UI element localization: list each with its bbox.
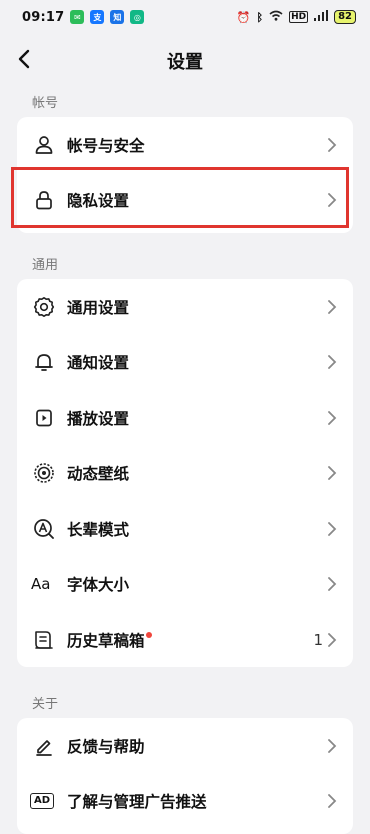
chevron-right-icon <box>328 632 337 647</box>
alipay-icon: 支 <box>90 10 105 24</box>
row-drafts[interactable]: 历史草稿箱 1 <box>17 612 353 668</box>
row-playback-settings[interactable]: 播放设置 <box>17 390 353 446</box>
row-label: 历史草稿箱 <box>67 629 152 651</box>
row-label: 帐号与安全 <box>67 136 145 155</box>
section-title-about: 关于 <box>32 697 59 712</box>
chevron-right-icon <box>328 794 337 809</box>
drafts-count: 1 <box>313 630 323 649</box>
page-title: 设置 <box>167 52 203 73</box>
row-label: 通用设置 <box>67 298 130 317</box>
highlight-box <box>11 167 349 228</box>
row-notification-settings[interactable]: 通知设置 <box>17 335 353 391</box>
row-label: 通知设置 <box>67 354 130 373</box>
elder-mode-icon <box>33 518 55 540</box>
row-general-settings[interactable]: 通用设置 <box>17 279 353 335</box>
status-left: 09:17 ✉ 支 知 ◎ <box>22 9 145 25</box>
row-label: 字体大小 <box>67 576 130 595</box>
row-label: 反馈与帮助 <box>67 737 145 756</box>
chevron-right-icon <box>328 738 337 753</box>
ad-icon-text: AD <box>30 793 55 810</box>
section-title-account: 帐号 <box>32 96 59 111</box>
app-notification-icon: ◎ <box>130 10 145 24</box>
general-card: 通用设置 通知设置 播放设置 动态壁纸 长辈模式 Aa 字体大小 历史草稿箱 1 <box>17 279 353 667</box>
status-right: ⏰ ᛒ HD 82 <box>237 10 356 24</box>
row-elder-mode[interactable]: 长辈模式 <box>17 501 353 557</box>
wifi-icon <box>269 10 283 24</box>
chevron-right-icon <box>328 137 337 152</box>
drafts-icon <box>33 629 55 651</box>
drafts-label: 历史草稿箱 <box>67 631 145 650</box>
zhihu-icon: 知 <box>110 10 125 24</box>
alarm-icon: ⏰ <box>236 10 251 24</box>
about-card: 反馈与帮助 AD 了解与管理广告推送 <box>17 718 353 834</box>
wallpaper-icon <box>33 462 55 484</box>
row-feedback-help[interactable]: 反馈与帮助 <box>17 718 353 774</box>
section-title-general: 通用 <box>32 258 59 273</box>
status-bar: 09:17 ✉ 支 知 ◎ ⏰ ᛒ HD 82 <box>0 0 370 34</box>
row-label: 动态壁纸 <box>67 465 130 484</box>
chevron-right-icon <box>328 521 337 536</box>
chevron-right-icon <box>328 299 337 314</box>
wechat-icon: ✉ <box>70 10 85 24</box>
row-label: 长辈模式 <box>67 520 130 539</box>
hd-icon: HD <box>289 11 309 23</box>
row-font-size[interactable]: Aa 字体大小 <box>17 557 353 613</box>
pencil-icon <box>33 735 55 757</box>
signal-icon <box>314 10 329 24</box>
row-dynamic-wallpaper[interactable]: 动态壁纸 <box>17 446 353 502</box>
chevron-right-icon <box>328 577 337 592</box>
bell-icon <box>33 351 55 373</box>
ad-icon: AD <box>30 790 55 812</box>
play-settings-icon <box>33 407 55 429</box>
row-account-security[interactable]: 帐号与安全 <box>17 117 353 173</box>
nav-bar: 设置 <box>0 38 370 82</box>
gear-icon <box>33 296 55 318</box>
row-label: 播放设置 <box>67 409 130 428</box>
status-time: 09:17 <box>22 9 65 25</box>
row-ad-management[interactable]: AD 了解与管理广告推送 <box>17 774 353 830</box>
chevron-right-icon <box>328 355 337 370</box>
row-label: 了解与管理广告推送 <box>67 793 207 812</box>
chevron-right-icon <box>328 466 337 481</box>
chevron-right-icon <box>328 410 337 425</box>
bluetooth-icon: ᛒ <box>256 10 264 24</box>
font-size-icon: Aa <box>31 575 51 594</box>
battery-indicator: 82 <box>334 10 356 24</box>
person-icon <box>33 134 55 156</box>
new-dot-badge <box>145 631 152 638</box>
